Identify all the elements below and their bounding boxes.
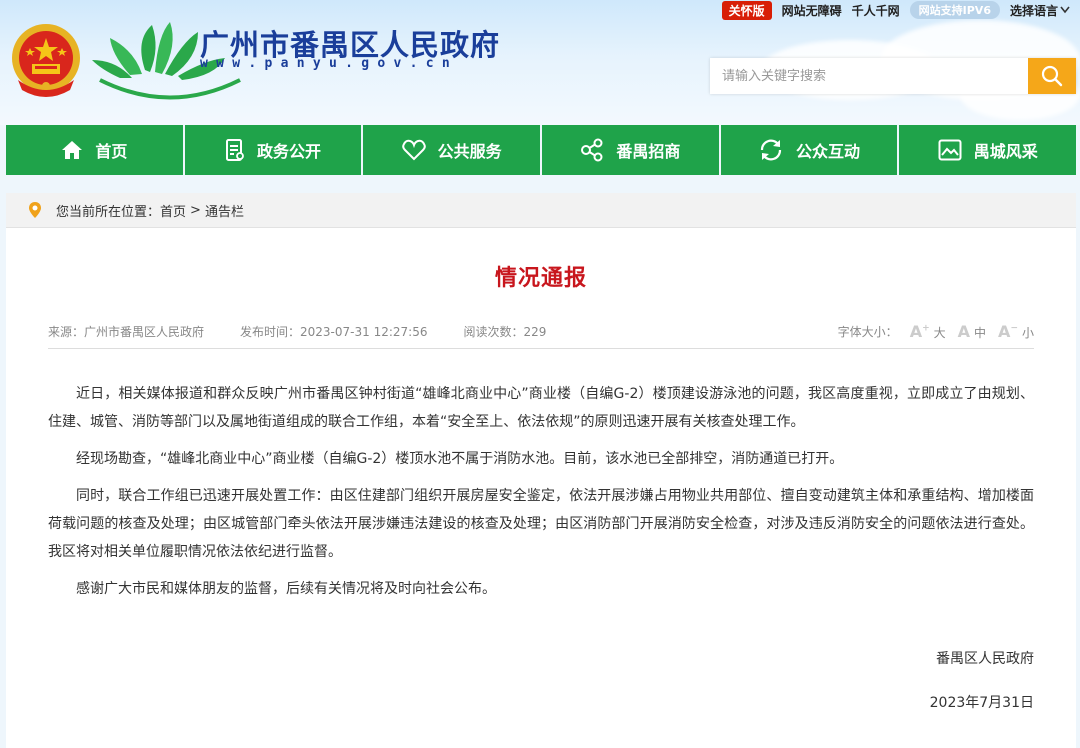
article-publish-time: 发布时间：2023-07-31 12:27:56 bbox=[240, 324, 428, 339]
site-header: 关怀版 网站无障碍 千人千网 网站支持IPV6 选择语言 广州市番禺区人民政府 … bbox=[0, 0, 1080, 125]
font-medium-button[interactable]: A 中 bbox=[958, 322, 986, 341]
article-paragraph: 经现场勘查，“雄峰北商业中心”商业楼（自编G-2）楼顶水池不属于消防水池。目前，… bbox=[76, 451, 844, 467]
nav-item-public-interaction[interactable]: 公众互动 bbox=[718, 125, 898, 175]
share-icon bbox=[581, 138, 603, 162]
article-paragraph: 感谢广大市民和媒体朋友的监督，后续有关情况将及时向社会公布。 bbox=[76, 581, 496, 597]
font-large-label: 大 bbox=[933, 325, 946, 340]
article-container: 情况通报 来源：广州市番禺区人民政府 发布时间：2023-07-31 12:27… bbox=[6, 228, 1076, 748]
breadcrumb: 您当前所在位置： 首页 > 通告栏 bbox=[6, 193, 1076, 228]
home-icon bbox=[62, 141, 83, 159]
breadcrumb-home-link[interactable]: 首页 bbox=[160, 201, 186, 220]
meta-divider bbox=[48, 348, 1034, 349]
article-date: 2023年7月31日 bbox=[929, 695, 1034, 711]
article-read-count: 阅读次数：229 bbox=[463, 324, 547, 339]
main-nav: 首页 政务公开 公共服务 番禺招商 公众互动 禺城风采 bbox=[6, 125, 1077, 175]
font-size-control: 字体大小： A+ 大 A 中 A− 小 bbox=[838, 322, 1034, 341]
nav-item-label: 首页 bbox=[95, 142, 128, 161]
font-decrease-icon: A− bbox=[998, 321, 1018, 341]
article-paragraph: 同时，联合工作组已迅速开展处置工作：由区住建部门组织开展房屋安全鉴定，依法开展涉… bbox=[48, 488, 1034, 560]
national-emblem-icon bbox=[12, 24, 80, 97]
font-medium-label: 中 bbox=[974, 325, 987, 340]
search-input[interactable] bbox=[710, 58, 1028, 94]
nav-item-label: 番禺招商 bbox=[616, 142, 681, 161]
search-button[interactable] bbox=[1028, 58, 1076, 94]
nav-item-city-style[interactable]: 禺城风采 bbox=[897, 125, 1077, 175]
article-paragraph: 近日，相关媒体报道和群众反映广州市番禺区钟村街道“雄峰北商业中心”商业楼（自编G… bbox=[48, 386, 1034, 430]
nav-item-label: 公共服务 bbox=[437, 142, 502, 161]
nav-item-government-affairs[interactable]: 政务公开 bbox=[182, 125, 362, 175]
nav-item-home[interactable]: 首页 bbox=[6, 125, 183, 175]
nav-item-label: 公众互动 bbox=[796, 142, 861, 161]
picture-icon bbox=[938, 139, 962, 161]
language-select[interactable]: 选择语言 bbox=[1010, 2, 1058, 19]
nav-item-investment[interactable]: 番禺招商 bbox=[540, 125, 719, 175]
top-utility-bar: 关怀版 网站无障碍 千人千网 网站支持IPV6 选择语言 bbox=[721, 0, 1070, 20]
font-default-icon: A bbox=[957, 321, 971, 341]
nav-item-label: 禺城风采 bbox=[973, 142, 1038, 161]
accessibility-link[interactable]: 网站无障碍 bbox=[782, 2, 842, 19]
font-increase-icon: A+ bbox=[909, 321, 930, 341]
ipv6-badge: 网站支持IPV6 bbox=[909, 1, 1000, 19]
care-mode-button[interactable]: 关怀版 bbox=[721, 0, 772, 20]
breadcrumb-separator: > bbox=[190, 202, 201, 218]
article-signature: 番禺区人民政府 bbox=[936, 651, 1034, 667]
site-url: www.panyu.gov.cn bbox=[200, 56, 459, 71]
document-icon bbox=[226, 139, 244, 161]
article-source: 来源：广州市番禺区人民政府 bbox=[48, 324, 205, 339]
article-title: 情况通报 bbox=[494, 266, 587, 291]
breadcrumb-prefix: 您当前所在位置： bbox=[56, 204, 161, 220]
font-size-label: 字体大小： bbox=[837, 324, 898, 339]
article-body: 近日，相关媒体报道和群众反映广州市番禺区钟村街道“雄峰北商业中心”商业楼（自编G… bbox=[48, 380, 1034, 612]
nav-item-public-service[interactable]: 公共服务 bbox=[361, 125, 541, 175]
chevron-down-icon[interactable] bbox=[1060, 6, 1070, 14]
personalized-web-link[interactable]: 千人千网 bbox=[852, 2, 900, 19]
breadcrumb-current-link[interactable]: 通告栏 bbox=[205, 201, 244, 220]
search-box bbox=[710, 58, 1076, 94]
heart-icon bbox=[401, 139, 426, 161]
font-large-button[interactable]: A+ 大 bbox=[910, 322, 946, 341]
search-icon bbox=[1041, 65, 1063, 87]
font-small-button[interactable]: A− 小 bbox=[998, 322, 1034, 341]
nav-item-label: 政务公开 bbox=[257, 142, 322, 161]
article-meta: 来源：广州市番禺区人民政府 发布时间：2023-07-31 12:27:56 阅… bbox=[48, 320, 1034, 342]
font-small-label: 小 bbox=[1021, 325, 1034, 340]
refresh-icon bbox=[760, 139, 782, 161]
location-pin-icon bbox=[29, 202, 41, 218]
